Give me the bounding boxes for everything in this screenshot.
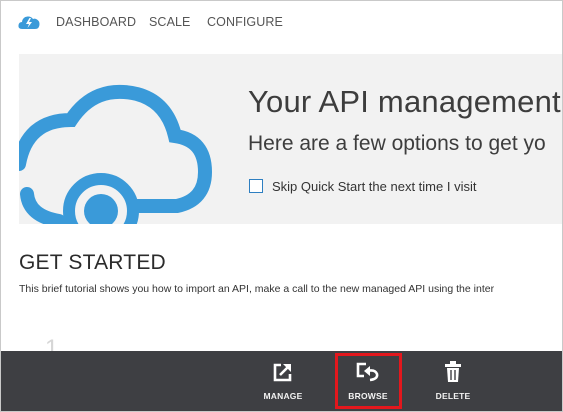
browse-arrow-icon <box>356 362 379 382</box>
browse-button[interactable]: BROWSE <box>333 351 403 411</box>
skip-quick-start-option[interactable]: Skip Quick Start the next time I visit <box>249 178 476 194</box>
command-bar: MANAGE BROWSE DELETE <box>1 351 562 411</box>
delete-button[interactable]: DELETE <box>418 351 488 411</box>
nav-dashboard[interactable]: DASHBOARD <box>56 15 136 29</box>
top-nav: DASHBOARD SCALE CONFIGURE <box>1 1 562 43</box>
cloud-lightning-logo-icon[interactable] <box>18 14 40 30</box>
skip-quick-start-label[interactable]: Skip Quick Start the next time I visit <box>272 179 476 194</box>
nav-configure[interactable]: CONFIGURE <box>207 15 283 29</box>
hero-title: Your API management s <box>248 84 563 119</box>
trash-icon <box>445 361 461 382</box>
app-window: DASHBOARD SCALE CONFIGURE Your API manag… <box>0 0 563 412</box>
get-started-description: This brief tutorial shows you how to imp… <box>19 283 495 295</box>
browse-label: BROWSE <box>348 391 388 401</box>
external-link-icon <box>273 363 292 382</box>
cloud-illustration-icon <box>19 84 213 224</box>
nav-scale[interactable]: SCALE <box>149 15 191 29</box>
quick-start-banner: Your API management s Here are a few opt… <box>19 54 563 224</box>
hero-subtitle: Here are a few options to get yo <box>248 132 546 155</box>
manage-button[interactable]: MANAGE <box>248 351 318 411</box>
delete-label: DELETE <box>435 391 471 401</box>
manage-label: MANAGE <box>263 391 303 401</box>
get-started-heading: GET STARTED <box>19 251 166 274</box>
skip-quick-start-checkbox[interactable] <box>249 179 263 193</box>
